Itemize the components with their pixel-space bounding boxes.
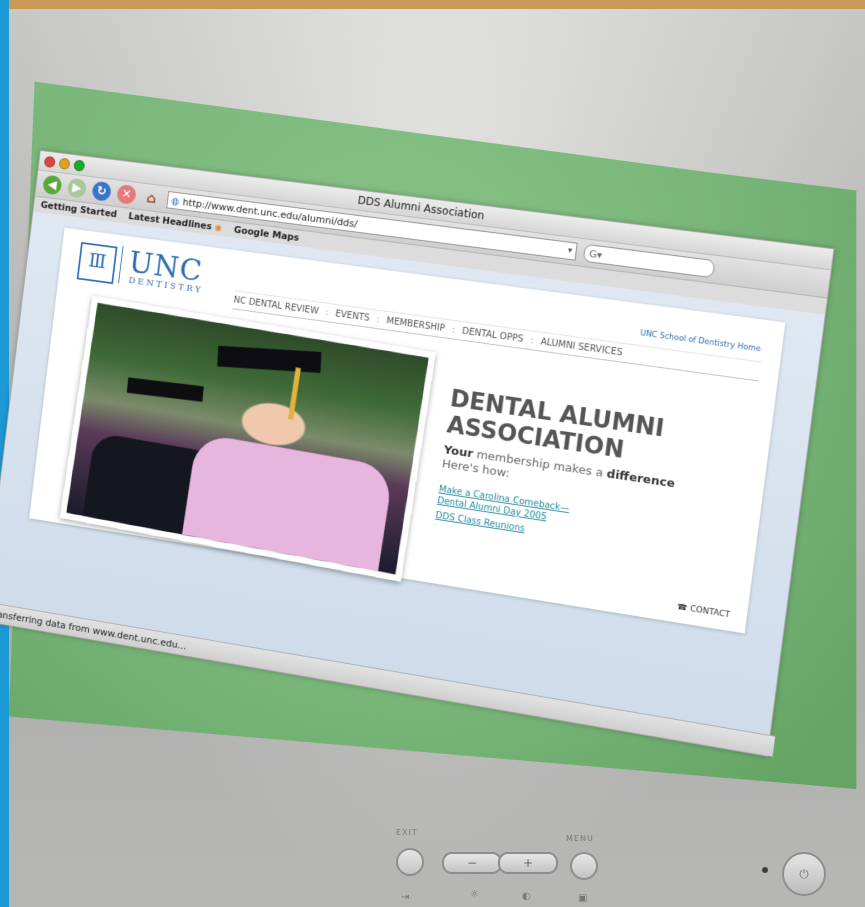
contrast-icon: ◐: [522, 891, 531, 902]
brightness-icon: ☼: [470, 889, 479, 900]
plus-button[interactable]: +: [498, 852, 558, 874]
menu-button[interactable]: [570, 852, 598, 880]
minus-button[interactable]: −: [442, 852, 502, 874]
exit-label: EXIT: [396, 828, 418, 837]
power-icon: ⏻: [799, 866, 809, 881]
power-button[interactable]: ⏻: [782, 852, 826, 896]
plus-icon: +: [522, 856, 534, 870]
power-led: [762, 867, 768, 873]
exit-button[interactable]: [396, 848, 424, 876]
input-icon: ⇥: [401, 892, 410, 903]
monitor-controls: EXIT − + MENU ⇥ ☼ ◐ ▣ ⏻: [0, 0, 865, 907]
menu-label: MENU: [566, 834, 594, 843]
minus-icon: −: [466, 856, 478, 870]
menu-icon: ▣: [578, 893, 588, 904]
